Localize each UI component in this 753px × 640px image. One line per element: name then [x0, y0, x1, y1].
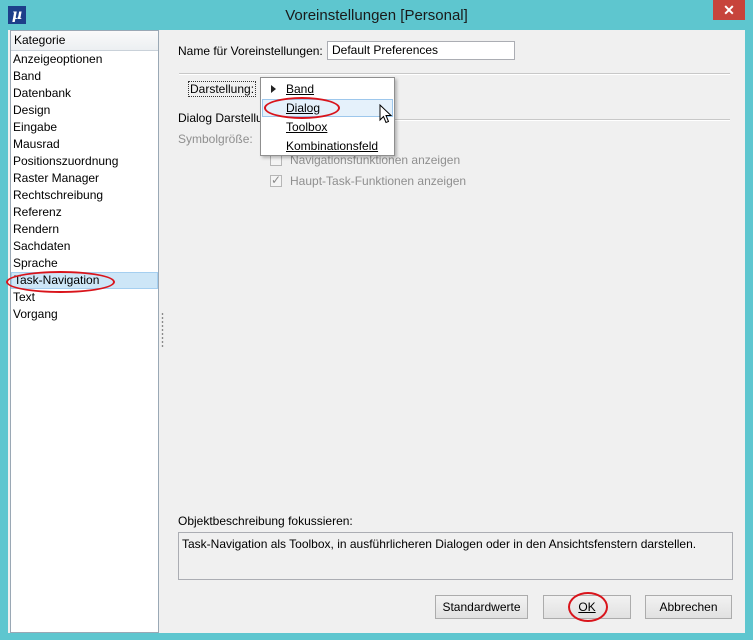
- dropdown-option-band[interactable]: Band: [262, 80, 393, 98]
- dialog-section-label: Dialog Darstellu: [178, 111, 263, 125]
- current-selection-arrow-icon: [271, 85, 276, 93]
- main-task-functions-checkbox[interactable]: [270, 173, 282, 187]
- dropdown-option-label: Band: [286, 82, 315, 96]
- annotation-circle-dialog: [264, 97, 340, 119]
- main-task-functions-label: Haupt-Task-Funktionen anzeigen: [290, 174, 467, 188]
- mouse-pointer-icon: [379, 104, 393, 124]
- preferences-window: µ Voreinstellungen [Personal] ✕ Kategori…: [0, 0, 753, 640]
- window-title: Voreinstellungen [Personal]: [285, 7, 468, 24]
- category-item[interactable]: Design: [11, 102, 158, 119]
- category-item[interactable]: Raster Manager: [11, 170, 158, 187]
- annotation-circle-ok: [568, 592, 608, 622]
- description-label: Objektbeschreibung fokussieren:: [178, 514, 353, 528]
- dropdown-option-label: Kombinationsfeld: [286, 139, 379, 153]
- category-item[interactable]: Positionszuordnung: [11, 153, 158, 170]
- category-item[interactable]: Sachdaten: [11, 238, 158, 255]
- description-box: Task-Navigation als Toolbox, in ausführl…: [178, 532, 733, 580]
- category-item[interactable]: Sprache: [11, 255, 158, 272]
- defaults-button[interactable]: Standardwerte: [435, 595, 528, 619]
- category-item[interactable]: Referenz: [11, 204, 158, 221]
- category-panel: Kategorie Anzeigeoptionen Band Datenbank De…: [10, 30, 159, 633]
- category-item[interactable]: Band: [11, 68, 158, 85]
- category-item[interactable]: Eingabe: [11, 119, 158, 136]
- close-button[interactable]: ✕: [713, 0, 745, 20]
- annotation-circle-task-navigation: [6, 271, 115, 293]
- category-item[interactable]: Mausrad: [11, 136, 158, 153]
- dropdown-option-label: Toolbox: [286, 120, 328, 134]
- category-item[interactable]: Anzeigeoptionen: [11, 51, 158, 68]
- category-item[interactable]: Rechtschreibung: [11, 187, 158, 204]
- dropdown-option-toolbox[interactable]: Toolbox: [262, 118, 393, 136]
- title-bar[interactable]: µ Voreinstellungen [Personal] ✕: [0, 0, 753, 30]
- category-item[interactable]: Datenbank: [11, 85, 158, 102]
- settings-area: Name für Voreinstellungen: Default Prefe…: [165, 30, 745, 633]
- category-header[interactable]: Kategorie: [11, 31, 158, 51]
- cancel-button[interactable]: Abbrechen: [645, 595, 732, 619]
- darstellung-label: Darstellung:: [188, 81, 257, 97]
- dropdown-option-kombinationsfeld[interactable]: Kombinationsfeld: [262, 137, 393, 155]
- preference-name-field[interactable]: Default Preferences: [327, 41, 515, 60]
- category-item[interactable]: Rendern: [11, 221, 158, 238]
- category-item[interactable]: Vorgang: [11, 306, 158, 323]
- panel-splitter[interactable]: [161, 312, 164, 348]
- symbol-size-label: Symbolgröße:: [178, 132, 253, 146]
- separator: [179, 73, 730, 75]
- preference-name-label: Name für Voreinstellungen:: [178, 44, 323, 58]
